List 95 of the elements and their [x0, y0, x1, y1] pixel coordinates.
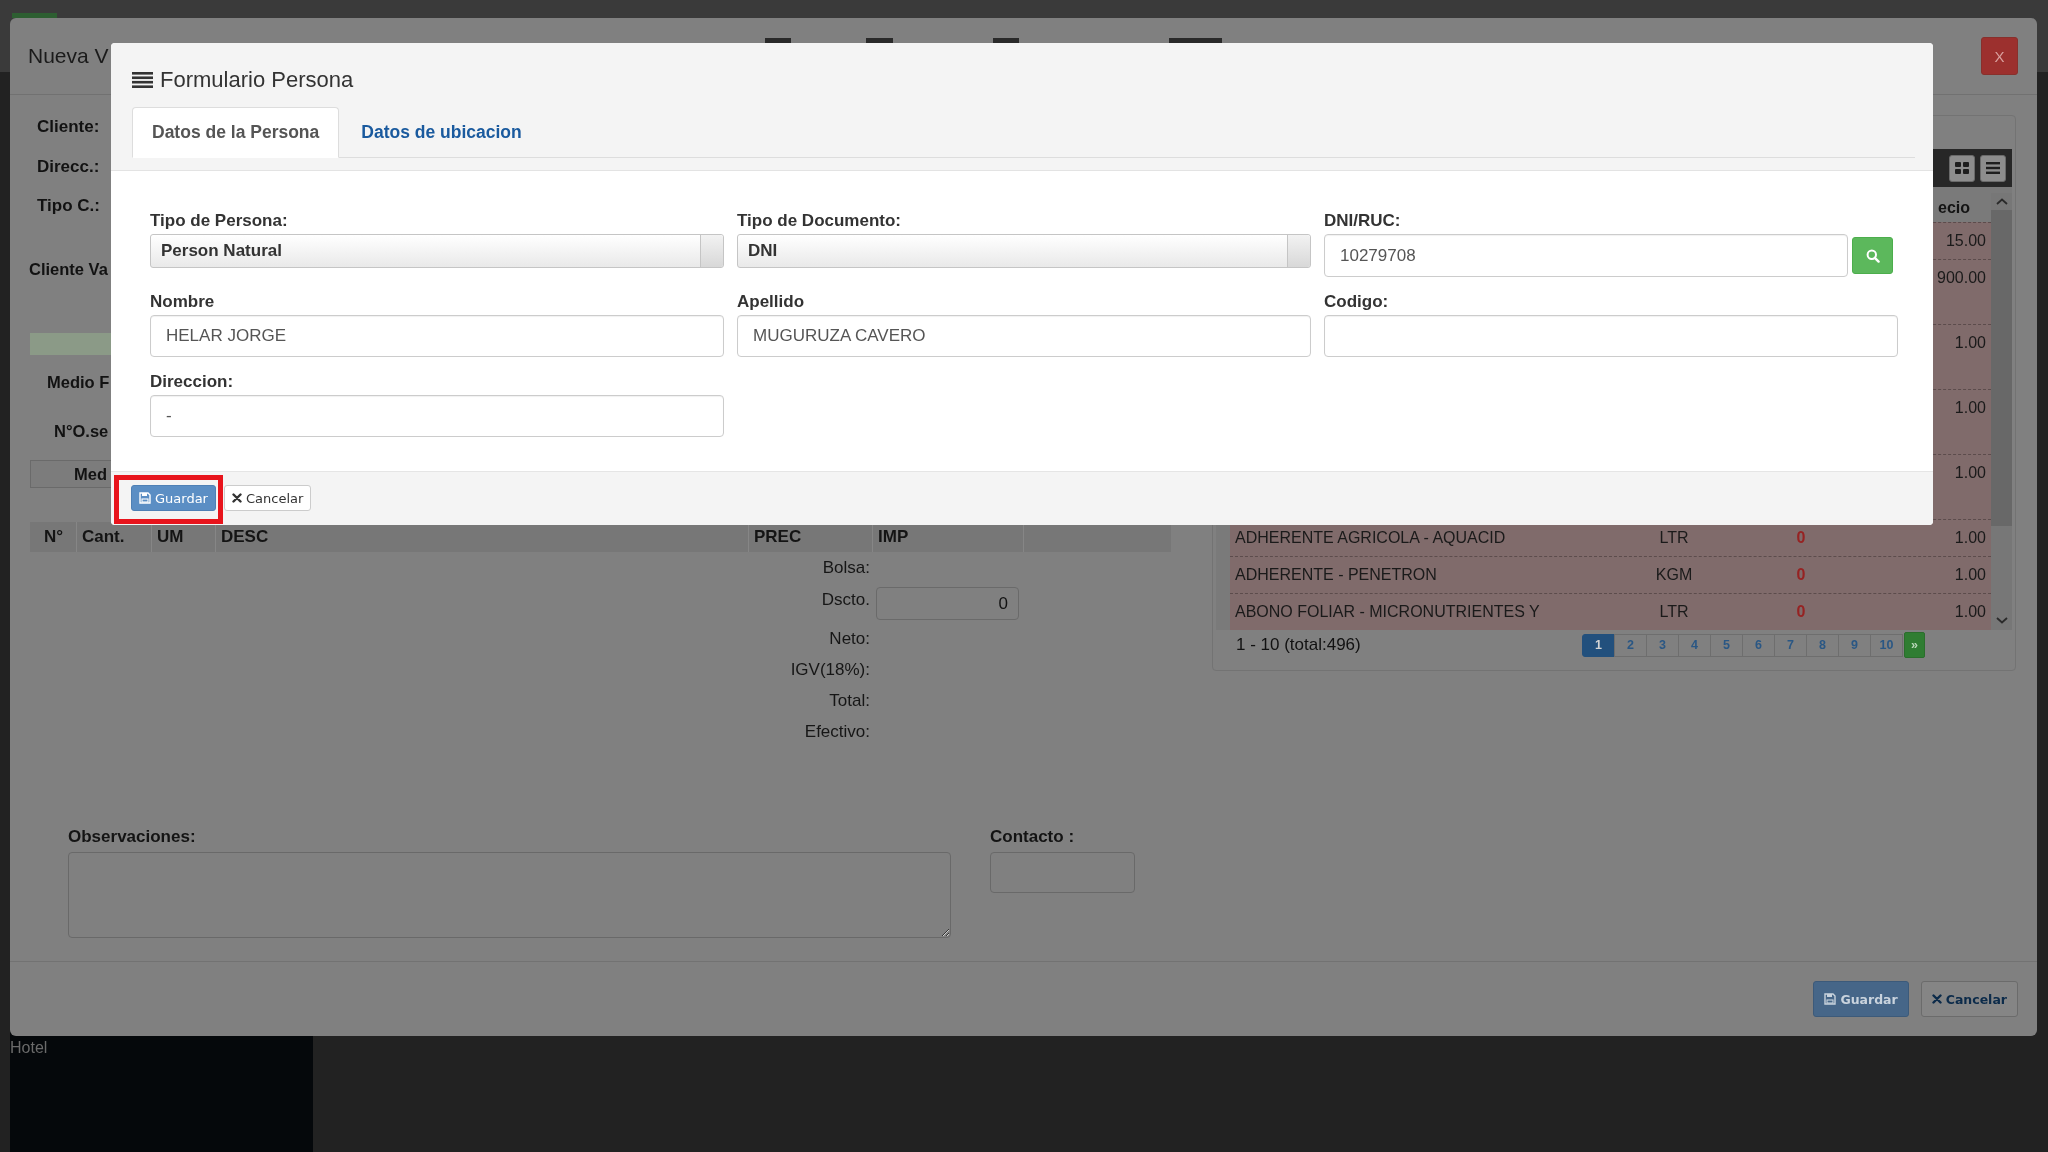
- button-edge: [866, 38, 893, 43]
- table-cell-text: ABONO FOLIAR - MICRONUTRIENTES Y: [1234, 602, 1540, 622]
- page-button[interactable]: 1: [1582, 633, 1615, 657]
- total-label: Total:: [829, 690, 870, 712]
- field-label: Nombre: [150, 292, 215, 312]
- page-button[interactable]: 2: [1614, 633, 1647, 657]
- scroll-up-icon[interactable]: [1995, 198, 2008, 205]
- search-icon: [1865, 248, 1880, 263]
- text-field[interactable]: MUGURUZA CAVERO: [737, 315, 1311, 357]
- table-cell-text: 1.00: [1954, 463, 1987, 483]
- total-label: Efectivo:: [804, 721, 870, 743]
- close-button[interactable]: X: [1981, 37, 2018, 75]
- table-cell-text: 1.00: [1954, 528, 1987, 548]
- page-button[interactable]: 7: [1774, 633, 1807, 657]
- save-icon: [139, 492, 151, 504]
- section-label: Med: [74, 464, 107, 485]
- cancel-button[interactable]: Cancelar: [223, 485, 312, 511]
- table-row[interactable]: ADHERENTE - PENETRON KGM 0 1.00: [1230, 556, 1991, 593]
- field-label: Medio F: [47, 372, 110, 393]
- field-label: N°O.se: [54, 421, 109, 442]
- field-label: Tipo de Documento:: [737, 211, 901, 231]
- dialog-title: Formulario Persona: [160, 67, 354, 93]
- page-button[interactable]: 5: [1710, 633, 1743, 657]
- scroll-down-icon[interactable]: [1995, 617, 2008, 624]
- page-button[interactable]: 3: [1646, 633, 1679, 657]
- table-cell-text: KGM: [1655, 565, 1693, 585]
- menu-icon: [132, 72, 153, 88]
- field-label: Direccion:: [150, 372, 234, 392]
- close-icon: [231, 493, 242, 503]
- grid-view-button[interactable]: [1949, 154, 1975, 182]
- list-view-button[interactable]: [1980, 154, 2006, 182]
- discount-field[interactable]: 0: [876, 587, 1019, 620]
- field-label: Cliente:: [37, 116, 100, 138]
- total-label: Bolsa:: [822, 557, 870, 579]
- field-label: Observaciones:: [68, 826, 196, 848]
- save-button[interactable]: Guardar: [1813, 981, 1909, 1017]
- total-label: Neto:: [829, 628, 870, 650]
- column-header: N°: [43, 526, 65, 548]
- scroll-thumb[interactable]: [1991, 210, 2012, 526]
- page-button[interactable]: 8: [1806, 633, 1839, 657]
- table-cell-text: 0: [1796, 602, 1806, 622]
- tab[interactable]: Datos de ubicacion: [341, 107, 542, 158]
- table-cell-text: 1.00: [1954, 398, 1987, 418]
- select-field[interactable]: Person Natural: [150, 234, 724, 268]
- table-cell-text: ADHERENTE AGRICOLA - AQUACID: [1234, 528, 1506, 548]
- field-label: Contacto :: [990, 826, 1075, 848]
- cancel-button[interactable]: Cancelar: [1920, 981, 2018, 1017]
- button-edge: [12, 13, 57, 18]
- save-icon: [1824, 993, 1837, 1005]
- field-label: Apellido: [737, 292, 805, 312]
- text-field[interactable]: 10279708: [1324, 234, 1848, 277]
- page-button[interactable]: 9: [1838, 633, 1871, 657]
- table-cell-text: 1.00: [1954, 333, 1987, 353]
- dropdown-button[interactable]: [1287, 235, 1310, 267]
- page-button[interactable]: 4: [1678, 633, 1711, 657]
- save-button[interactable]: Guardar: [131, 485, 216, 511]
- field-label: Tipo de Persona:: [150, 211, 288, 231]
- table-cell-text: LTR: [1659, 528, 1689, 548]
- column-header: ecio: [1938, 197, 1971, 218]
- sidebar-item[interactable]: Hotel: [10, 1038, 48, 1058]
- close-icon: [1931, 994, 1942, 1004]
- table-cell-text: 15.00: [1945, 231, 1987, 251]
- text-field[interactable]: HELAR JORGE: [150, 315, 724, 357]
- button-edge: [993, 38, 1019, 43]
- table-row[interactable]: ABONO FOLIAR - MICRONUTRIENTES Y LTR 0 1.00: [1230, 593, 1991, 630]
- field-label: Cliente Va: [29, 259, 108, 280]
- record-range: 1 - 10 (total:496): [1236, 634, 1361, 656]
- button-edge: [765, 38, 791, 43]
- total-label: IGV(18%):: [790, 659, 870, 681]
- notes-field[interactable]: [68, 852, 951, 938]
- field-label: Codigo:: [1324, 292, 1389, 312]
- button-edge: [1169, 38, 1222, 43]
- field-label: DNI/RUC:: [1324, 211, 1401, 231]
- table-cell-text: 900.00: [1937, 268, 1987, 288]
- text-field[interactable]: -: [150, 395, 724, 437]
- next-page-button[interactable]: »: [1904, 632, 1925, 658]
- tab[interactable]: Datos de la Persona: [132, 107, 340, 158]
- table-cell-text: 1.00: [1954, 565, 1987, 585]
- table-cell-text: 0: [1796, 528, 1806, 548]
- list-icon: [1986, 162, 2000, 174]
- text-field[interactable]: [1324, 315, 1898, 357]
- field-label: Direcc.:: [37, 155, 100, 178]
- page-button[interactable]: 6: [1742, 633, 1775, 657]
- dropdown-button[interactable]: [700, 235, 723, 267]
- table-cell-text: 1.00: [1954, 602, 1987, 622]
- table-cell-text: LTR: [1659, 602, 1689, 622]
- select-field[interactable]: DNI: [737, 234, 1311, 268]
- table-cell-text: ADHERENTE - PENETRON: [1234, 565, 1437, 585]
- grid-icon: [1955, 162, 1969, 174]
- table-cell-text: 0: [1796, 565, 1806, 585]
- page-button[interactable]: 10: [1870, 633, 1903, 657]
- search-button[interactable]: [1852, 237, 1893, 274]
- dialog-title: Nueva V: [28, 44, 109, 67]
- total-label: Dscto.: [821, 589, 870, 611]
- field-label: Tipo C.:: [37, 195, 100, 217]
